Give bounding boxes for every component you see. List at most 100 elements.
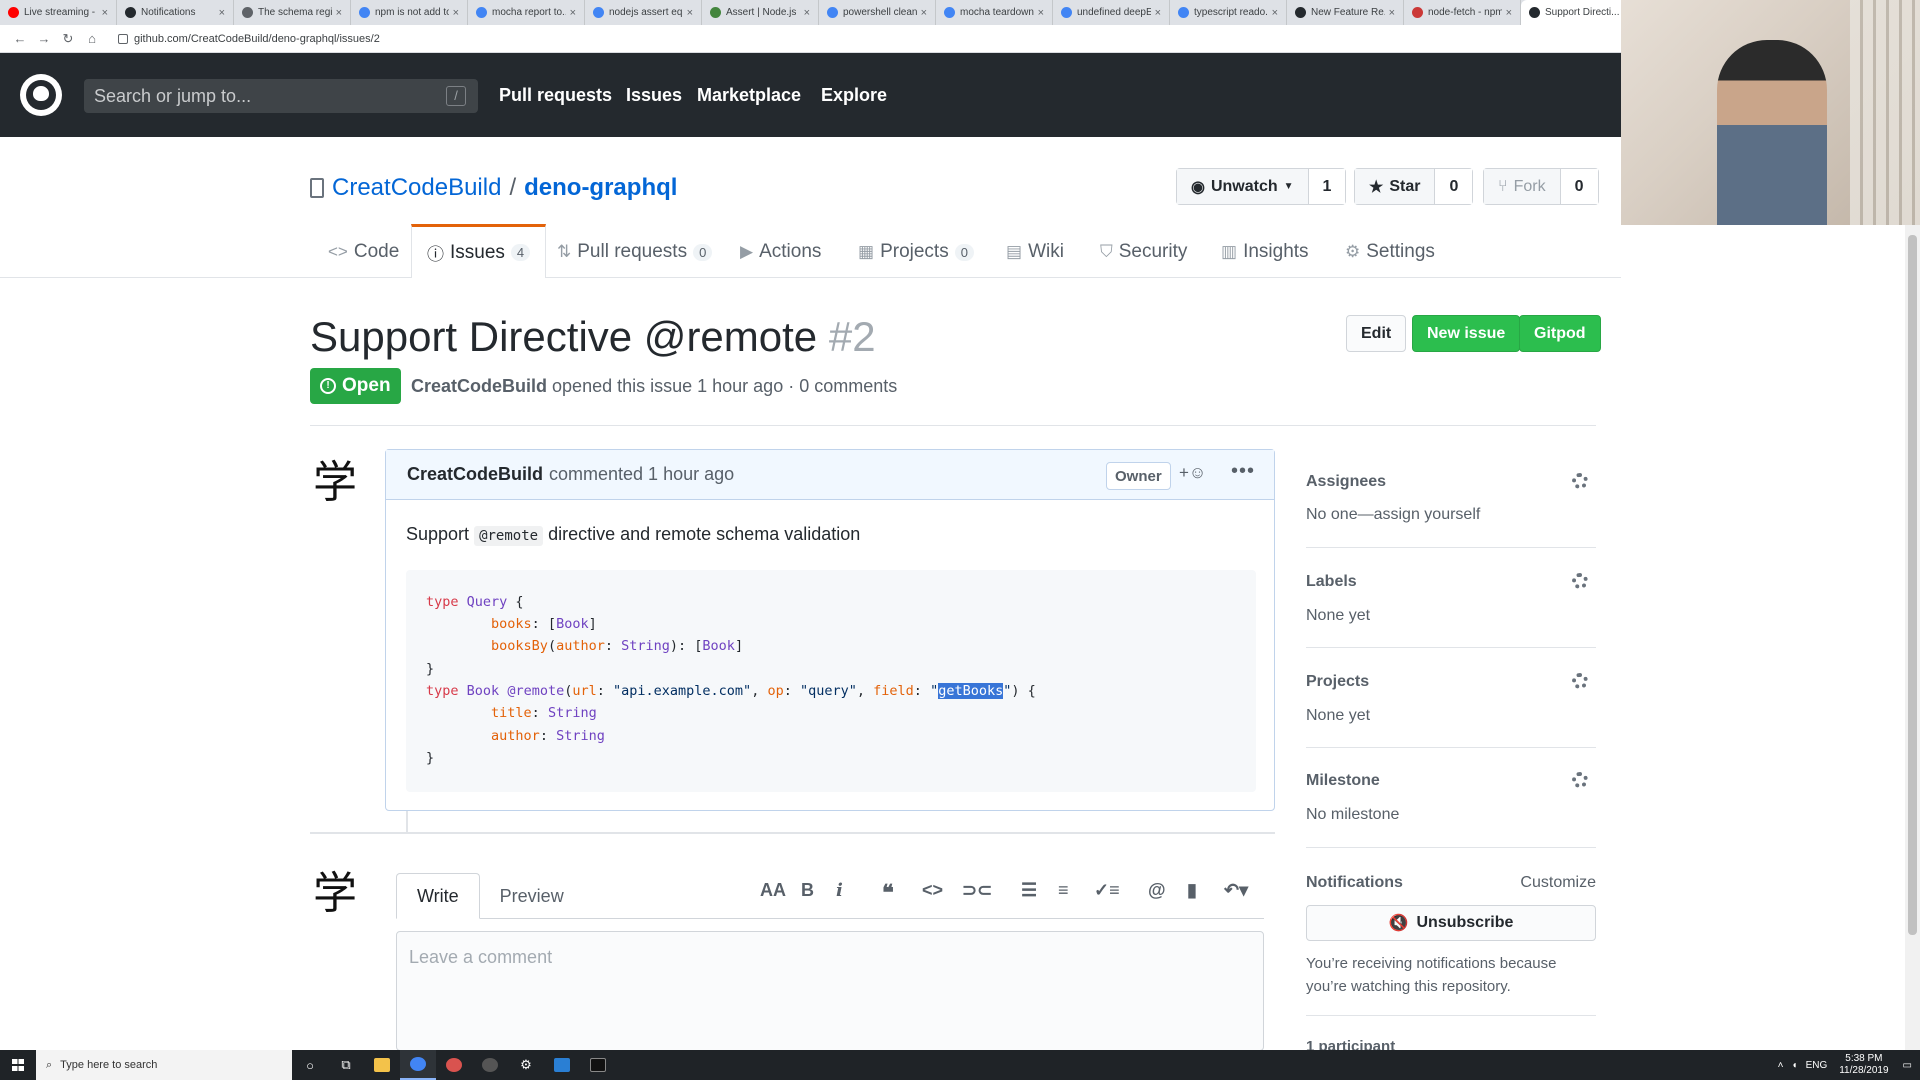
- vscode-icon[interactable]: [544, 1050, 580, 1080]
- gear-icon[interactable]: [1572, 673, 1588, 689]
- unsubscribe-button[interactable]: 🔇 Unsubscribe: [1306, 905, 1596, 941]
- close-tab-icon[interactable]: ×: [102, 7, 108, 19]
- close-tab-icon[interactable]: ×: [804, 7, 810, 19]
- comment-time[interactable]: commented 1 hour ago: [549, 464, 734, 485]
- watch-count[interactable]: 1: [1308, 169, 1346, 204]
- browser-tab[interactable]: Assert | Node.js ... ×: [702, 0, 819, 25]
- new-issue-button[interactable]: New issue: [1412, 315, 1521, 352]
- forward-icon[interactable]: →: [32, 31, 56, 46]
- browser-tab[interactable]: mocha report to... ×: [468, 0, 585, 25]
- nav-issues[interactable]: Issues: [626, 85, 682, 106]
- close-tab-icon[interactable]: ×: [570, 7, 576, 19]
- customize-link[interactable]: Customize: [1520, 874, 1596, 892]
- text-size-icon[interactable]: AA: [760, 880, 786, 901]
- browser-tab[interactable]: npm is not add to... ×: [351, 0, 468, 25]
- browser-tab[interactable]: undefined deepE... ×: [1053, 0, 1170, 25]
- browser-tab[interactable]: nodejs assert eq... ×: [585, 0, 702, 25]
- sidebar-assignees-title[interactable]: Assignees: [1306, 473, 1386, 491]
- avatar[interactable]: 学: [313, 446, 357, 508]
- nav-marketplace[interactable]: Marketplace: [697, 85, 801, 106]
- close-tab-icon[interactable]: ×: [1272, 7, 1278, 19]
- tab-write[interactable]: Write: [396, 873, 480, 919]
- language-indicator[interactable]: ENG: [1806, 1060, 1828, 1071]
- code-icon[interactable]: <>: [922, 880, 943, 901]
- close-tab-icon[interactable]: ×: [219, 7, 225, 19]
- search-input[interactable]: Search or jump to... /: [84, 79, 478, 113]
- link-icon[interactable]: ⊃⊂: [962, 880, 992, 901]
- task-list-icon[interactable]: ✓≡: [1094, 880, 1120, 901]
- cortana-icon[interactable]: ○: [292, 1050, 328, 1080]
- tab-code[interactable]: <> Code: [328, 226, 399, 278]
- browser-tab[interactable]: New Feature Re... ×: [1287, 0, 1404, 25]
- tab-projects[interactable]: ▦ Projects 0: [858, 226, 974, 278]
- chevron-up-icon[interactable]: ˄: [1778, 1060, 1784, 1071]
- bookmark-icon[interactable]: ▮: [1187, 880, 1197, 901]
- sidebar-milestone-title[interactable]: Milestone: [1306, 772, 1380, 790]
- quote-icon[interactable]: ❝: [882, 880, 894, 906]
- repo-name-link[interactable]: deno-graphql: [524, 174, 677, 202]
- browser-tab[interactable]: Notifications ×: [117, 0, 234, 25]
- close-tab-icon[interactable]: ×: [921, 7, 927, 19]
- close-tab-icon[interactable]: ×: [1038, 7, 1044, 19]
- gear-icon[interactable]: [1572, 573, 1588, 589]
- avatar[interactable]: 学: [313, 857, 357, 919]
- tab-security[interactable]: ⛉ Security: [1100, 226, 1187, 278]
- tab-preview[interactable]: Preview: [480, 873, 584, 919]
- back-icon[interactable]: ←: [8, 31, 32, 46]
- taskbar-search-input[interactable]: ⌕ Type here to search: [36, 1050, 292, 1080]
- browser-tab[interactable]: powershell clean... ×: [819, 0, 936, 25]
- close-tab-icon[interactable]: ×: [1155, 7, 1161, 19]
- comment-author-link[interactable]: CreatCodeBuild: [407, 464, 543, 485]
- settings-icon[interactable]: ⚙: [508, 1050, 544, 1080]
- close-tab-icon[interactable]: ×: [453, 7, 459, 19]
- url-text[interactable]: github.com/CreatCodeBuild/deno-graphql/i…: [134, 33, 380, 45]
- browser-tab[interactable]: typescript reado... ×: [1170, 0, 1287, 25]
- gitpod-button[interactable]: Gitpod: [1519, 315, 1601, 352]
- bulleted-list-icon[interactable]: ☰: [1021, 880, 1037, 901]
- tab-insights[interactable]: ▥ Insights: [1221, 226, 1309, 278]
- numbered-list-icon[interactable]: ≡: [1058, 880, 1069, 901]
- bold-icon[interactable]: B: [801, 880, 814, 901]
- nav-explore[interactable]: Explore: [821, 85, 887, 106]
- tab-settings[interactable]: ⚙ Settings: [1345, 226, 1435, 278]
- clock[interactable]: 5:38 PM 11/28/2019: [1839, 1053, 1888, 1077]
- add-reaction-icon[interactable]: +☺: [1179, 463, 1206, 483]
- scrollbar[interactable]: [1905, 225, 1920, 1050]
- unwatch-button[interactable]: ◉ Unwatch ▼: [1177, 169, 1309, 204]
- tab-wiki[interactable]: ▤ Wiki: [1006, 226, 1064, 278]
- close-tab-icon[interactable]: ×: [1389, 7, 1395, 19]
- terminal-icon[interactable]: [580, 1050, 616, 1080]
- reload-icon[interactable]: ↻: [56, 31, 80, 47]
- close-tab-icon[interactable]: ×: [1506, 7, 1512, 19]
- more-options-icon[interactable]: •••: [1231, 460, 1255, 483]
- gear-icon[interactable]: [1572, 772, 1588, 788]
- obs-icon[interactable]: [472, 1050, 508, 1080]
- volume-icon[interactable]: ◖: [1792, 1060, 1798, 1071]
- fork-count[interactable]: 0: [1560, 169, 1598, 204]
- github-logo-icon[interactable]: [20, 74, 62, 116]
- comment-textarea[interactable]: Leave a comment: [396, 931, 1264, 1051]
- sidebar-projects-title[interactable]: Projects: [1306, 673, 1369, 691]
- close-tab-icon[interactable]: ×: [336, 7, 342, 19]
- gear-icon[interactable]: [1572, 473, 1588, 489]
- app-icon[interactable]: [436, 1050, 472, 1080]
- fork-button[interactable]: ⑂ Fork: [1484, 169, 1561, 204]
- star-count[interactable]: 0: [1435, 169, 1473, 204]
- task-view-icon[interactable]: ⧉: [328, 1050, 364, 1080]
- tab-actions[interactable]: ▶ Actions: [740, 226, 821, 278]
- browser-tab[interactable]: node-fetch - npm ×: [1404, 0, 1521, 25]
- italic-icon[interactable]: i: [836, 880, 843, 901]
- scrollbar-thumb[interactable]: [1908, 235, 1917, 935]
- reply-icon[interactable]: ↶▾: [1224, 880, 1248, 901]
- browser-tab[interactable]: Support Directi...: [1521, 0, 1621, 25]
- browser-tab[interactable]: Live streaming - ... ×: [0, 0, 117, 25]
- home-icon[interactable]: ⌂: [80, 31, 104, 46]
- sidebar-assignees-value[interactable]: No one—assign yourself: [1306, 506, 1480, 524]
- sidebar-labels-title[interactable]: Labels: [1306, 573, 1357, 591]
- notification-center-icon[interactable]: ▭: [1903, 1060, 1912, 1071]
- mention-icon[interactable]: @: [1148, 880, 1166, 901]
- nav-pull-requests[interactable]: Pull requests: [499, 85, 612, 106]
- browser-tab[interactable]: mocha teardown... ×: [936, 0, 1053, 25]
- file-explorer-icon[interactable]: [364, 1050, 400, 1080]
- browser-tab[interactable]: The schema regi... ×: [234, 0, 351, 25]
